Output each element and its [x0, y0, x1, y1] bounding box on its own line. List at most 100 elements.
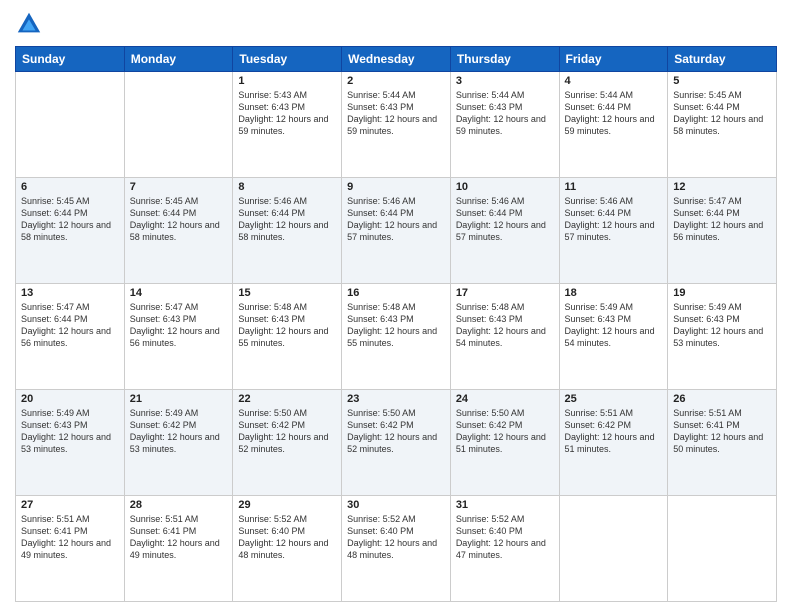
day-info: Sunrise: 5:52 AMSunset: 6:40 PMDaylight:… — [456, 513, 554, 562]
day-info: Sunrise: 5:50 AMSunset: 6:42 PMDaylight:… — [456, 407, 554, 456]
day-cell: 12 Sunrise: 5:47 AMSunset: 6:44 PMDayligh… — [668, 178, 777, 284]
day-info: Sunrise: 5:44 AMSunset: 6:43 PMDaylight:… — [456, 89, 554, 138]
day-cell: 2 Sunrise: 5:44 AMSunset: 6:43 PMDaylight… — [342, 72, 451, 178]
col-header-monday: Monday — [124, 47, 233, 72]
day-cell: 6 Sunrise: 5:45 AMSunset: 6:44 PMDaylight… — [16, 178, 125, 284]
day-number: 19 — [673, 287, 771, 299]
day-number: 24 — [456, 393, 554, 405]
col-header-tuesday: Tuesday — [233, 47, 342, 72]
day-cell: 21 Sunrise: 5:49 AMSunset: 6:42 PMDayligh… — [124, 390, 233, 496]
day-number: 7 — [130, 181, 228, 193]
day-info: Sunrise: 5:46 AMSunset: 6:44 PMDaylight:… — [456, 195, 554, 244]
day-number: 1 — [238, 75, 336, 87]
day-number: 15 — [238, 287, 336, 299]
day-cell: 15 Sunrise: 5:48 AMSunset: 6:43 PMDayligh… — [233, 284, 342, 390]
day-info: Sunrise: 5:49 AMSunset: 6:43 PMDaylight:… — [673, 301, 771, 350]
day-cell: 13Sunrise: 5:47 AMSunset: 6:44 PMDayligh… — [16, 284, 125, 390]
header-row: SundayMondayTuesdayWednesdayThursdayFrid… — [16, 47, 777, 72]
week-row-4: 20Sunrise: 5:49 AMSunset: 6:43 PMDayligh… — [16, 390, 777, 496]
week-row-5: 27 Sunrise: 5:51 AMSunset: 6:41 PMDayligh… — [16, 496, 777, 602]
day-number: 16 — [347, 287, 445, 299]
day-info: Sunrise: 5:51 AMSunset: 6:42 PMDaylight:… — [565, 407, 663, 456]
day-number: 25 — [565, 393, 663, 405]
day-cell: 8 Sunrise: 5:46 AMSunset: 6:44 PMDaylight… — [233, 178, 342, 284]
week-row-3: 13Sunrise: 5:47 AMSunset: 6:44 PMDayligh… — [16, 284, 777, 390]
day-number: 28 — [130, 499, 228, 511]
day-number: 8 — [238, 181, 336, 193]
day-number: 27 — [21, 499, 119, 511]
day-cell: 25 Sunrise: 5:51 AMSunset: 6:42 PMDayligh… — [559, 390, 668, 496]
day-info: Sunrise: 5:44 AMSunset: 6:43 PMDaylight:… — [347, 89, 445, 138]
day-cell: 18Sunrise: 5:49 AMSunset: 6:43 PMDayligh… — [559, 284, 668, 390]
day-cell: 3 Sunrise: 5:44 AMSunset: 6:43 PMDaylight… — [450, 72, 559, 178]
calendar-table: SundayMondayTuesdayWednesdayThursdayFrid… — [15, 46, 777, 602]
page: SundayMondayTuesdayWednesdayThursdayFrid… — [0, 0, 792, 612]
day-cell: 23Sunrise: 5:50 AMSunset: 6:42 PMDayligh… — [342, 390, 451, 496]
day-cell: 19 Sunrise: 5:49 AMSunset: 6:43 PMDayligh… — [668, 284, 777, 390]
day-info: Sunrise: 5:46 AMSunset: 6:44 PMDaylight:… — [238, 195, 336, 244]
day-number: 11 — [565, 181, 663, 193]
day-cell: 29 Sunrise: 5:52 AMSunset: 6:40 PMDayligh… — [233, 496, 342, 602]
day-info: Sunrise: 5:51 AMSunset: 6:41 PMDaylight:… — [673, 407, 771, 456]
day-number: 21 — [130, 393, 228, 405]
col-header-saturday: Saturday — [668, 47, 777, 72]
day-cell: 16 Sunrise: 5:48 AMSunset: 6:43 PMDayligh… — [342, 284, 451, 390]
day-cell: 17Sunrise: 5:48 AMSunset: 6:43 PMDayligh… — [450, 284, 559, 390]
day-cell: 14Sunrise: 5:47 AMSunset: 6:43 PMDayligh… — [124, 284, 233, 390]
day-info: Sunrise: 5:49 AMSunset: 6:43 PMDaylight:… — [21, 407, 119, 456]
header — [15, 10, 777, 38]
day-info: Sunrise: 5:45 AMSunset: 6:44 PMDaylight:… — [21, 195, 119, 244]
day-info: Sunrise: 5:48 AMSunset: 6:43 PMDaylight:… — [238, 301, 336, 350]
day-cell: 7 Sunrise: 5:45 AMSunset: 6:44 PMDaylight… — [124, 178, 233, 284]
day-cell — [559, 496, 668, 602]
day-info: Sunrise: 5:52 AMSunset: 6:40 PMDaylight:… — [347, 513, 445, 562]
day-info: Sunrise: 5:47 AMSunset: 6:44 PMDaylight:… — [673, 195, 771, 244]
day-info: Sunrise: 5:47 AMSunset: 6:43 PMDaylight:… — [130, 301, 228, 350]
day-cell: 26 Sunrise: 5:51 AMSunset: 6:41 PMDayligh… — [668, 390, 777, 496]
day-info: Sunrise: 5:46 AMSunset: 6:44 PMDaylight:… — [565, 195, 663, 244]
day-cell: 30 Sunrise: 5:52 AMSunset: 6:40 PMDayligh… — [342, 496, 451, 602]
day-info: Sunrise: 5:48 AMSunset: 6:43 PMDaylight:… — [456, 301, 554, 350]
day-info: Sunrise: 5:52 AMSunset: 6:40 PMDaylight:… — [238, 513, 336, 562]
day-info: Sunrise: 5:48 AMSunset: 6:43 PMDaylight:… — [347, 301, 445, 350]
day-info: Sunrise: 5:51 AMSunset: 6:41 PMDaylight:… — [130, 513, 228, 562]
day-number: 30 — [347, 499, 445, 511]
day-info: Sunrise: 5:49 AMSunset: 6:42 PMDaylight:… — [130, 407, 228, 456]
day-cell: 31 Sunrise: 5:52 AMSunset: 6:40 PMDayligh… — [450, 496, 559, 602]
day-cell: 28 Sunrise: 5:51 AMSunset: 6:41 PMDayligh… — [124, 496, 233, 602]
logo-icon — [15, 10, 43, 38]
day-number: 2 — [347, 75, 445, 87]
day-number: 6 — [21, 181, 119, 193]
day-info: Sunrise: 5:50 AMSunset: 6:42 PMDaylight:… — [238, 407, 336, 456]
day-number: 9 — [347, 181, 445, 193]
day-info: Sunrise: 5:45 AMSunset: 6:44 PMDaylight:… — [130, 195, 228, 244]
day-info: Sunrise: 5:46 AMSunset: 6:44 PMDaylight:… — [347, 195, 445, 244]
col-header-sunday: Sunday — [16, 47, 125, 72]
logo — [15, 10, 47, 38]
day-number: 29 — [238, 499, 336, 511]
col-header-wednesday: Wednesday — [342, 47, 451, 72]
day-number: 10 — [456, 181, 554, 193]
day-cell: 27Sunrise: 5:51 AMSunset: 6:41 PMDayligh… — [16, 496, 125, 602]
day-number: 26 — [673, 393, 771, 405]
day-cell — [16, 72, 125, 178]
day-cell: 11 Sunrise: 5:46 AMSunset: 6:44 PMDayligh… — [559, 178, 668, 284]
day-info: Sunrise: 5:50 AMSunset: 6:42 PMDaylight:… — [347, 407, 445, 456]
week-row-2: 6 Sunrise: 5:45 AMSunset: 6:44 PMDaylight… — [16, 178, 777, 284]
day-number: 31 — [456, 499, 554, 511]
day-cell: 24 Sunrise: 5:50 AMSunset: 6:42 PMDayligh… — [450, 390, 559, 496]
day-number: 3 — [456, 75, 554, 87]
day-cell — [668, 496, 777, 602]
day-info: Sunrise: 5:47 AMSunset: 6:44 PMDaylight:… — [21, 301, 119, 350]
day-info: Sunrise: 5:43 AMSunset: 6:43 PMDaylight:… — [238, 89, 336, 138]
day-cell: 1 Sunrise: 5:43 AMSunset: 6:43 PMDaylight… — [233, 72, 342, 178]
day-number: 5 — [673, 75, 771, 87]
day-cell: 10 Sunrise: 5:46 AMSunset: 6:44 PMDayligh… — [450, 178, 559, 284]
day-info: Sunrise: 5:44 AMSunset: 6:44 PMDaylight:… — [565, 89, 663, 138]
day-cell: 9 Sunrise: 5:46 AMSunset: 6:44 PMDaylight… — [342, 178, 451, 284]
week-row-1: 1 Sunrise: 5:43 AMSunset: 6:43 PMDaylight… — [16, 72, 777, 178]
day-info: Sunrise: 5:45 AMSunset: 6:44 PMDaylight:… — [673, 89, 771, 138]
day-cell: 22Sunrise: 5:50 AMSunset: 6:42 PMDayligh… — [233, 390, 342, 496]
day-cell — [124, 72, 233, 178]
day-number: 12 — [673, 181, 771, 193]
